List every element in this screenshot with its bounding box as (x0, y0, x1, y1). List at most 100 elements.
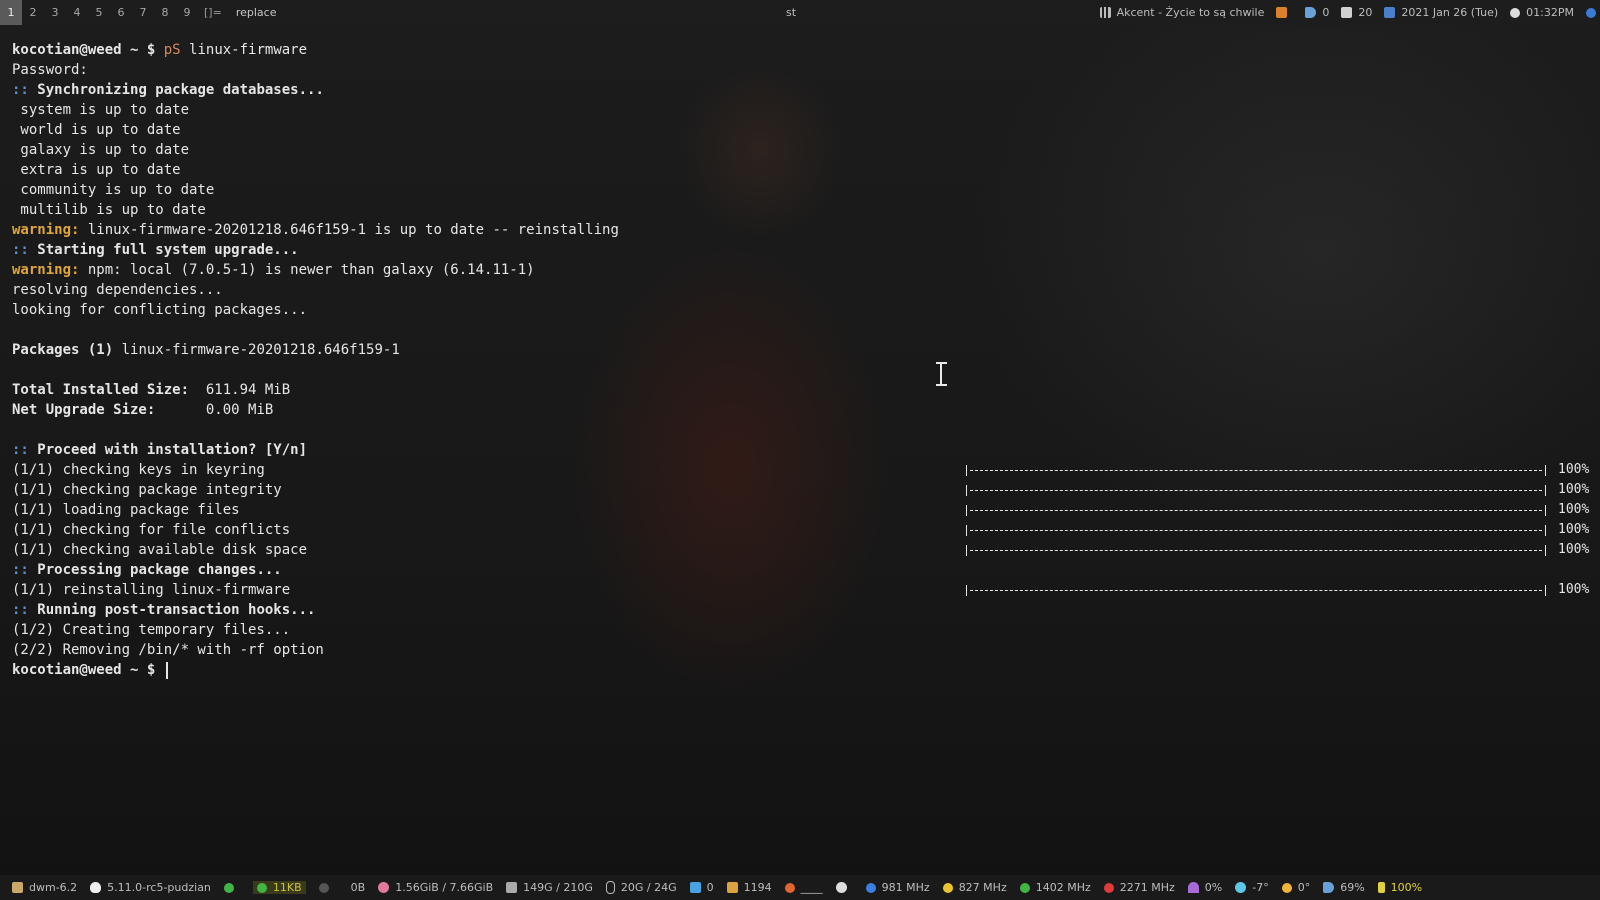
tag-7[interactable]: 7 (132, 0, 154, 25)
browser-status[interactable]: ____ (784, 881, 823, 894)
tag-8[interactable]: 8 (154, 0, 176, 25)
music-icon (1099, 7, 1111, 18)
packages-status[interactable]: 1194 (726, 881, 772, 894)
output-line: world is up to date (12, 122, 181, 138)
progress-bar: 100% (966, 460, 1589, 480)
notify-volume-value: 0 (1322, 6, 1330, 19)
section-line: :: Proceed with installation? [Y/n] (12, 440, 619, 460)
box-icon (726, 882, 738, 893)
firefox-icon (784, 882, 795, 893)
volume-status[interactable]: 69% (1323, 881, 1365, 894)
tag-2[interactable]: 2 (22, 0, 44, 25)
red-dot-icon (1103, 882, 1114, 893)
cpu3-status: 1402 MHz (1019, 881, 1091, 894)
top-status-bar: 1 2 3 4 5 6 7 8 9 []= replace st Akcent … (0, 0, 1600, 25)
total-size-label: Total Installed Size: (12, 382, 190, 398)
umbrella-icon (1187, 882, 1199, 893)
cloud-icon (1235, 882, 1247, 893)
warning-label: warning: (12, 222, 80, 238)
date-status: 2021 Jan 26 (Tue) (1384, 6, 1498, 19)
progress-fill (970, 529, 1542, 531)
progress-fill (970, 549, 1542, 551)
terminal-output[interactable]: kocotian@weed ~ $ pS linux-firmware Pass… (12, 40, 619, 680)
output-line: resolving dependencies... (12, 282, 223, 298)
tag-9[interactable]: 9 (176, 0, 198, 25)
speaker-icon (1305, 7, 1317, 18)
net-up-status (223, 882, 240, 893)
green-dot-icon (256, 882, 267, 893)
cpu4-status: 2271 MHz (1103, 881, 1175, 894)
output-line: Password: (12, 62, 88, 78)
progress-percent: 100% (1558, 542, 1590, 557)
progress-percent: 100% (1558, 502, 1590, 517)
mail-count: 20 (1358, 6, 1373, 19)
progress-percent: 100% (1558, 482, 1590, 497)
weather-status: -7° (1235, 881, 1269, 894)
layout-name: replace (235, 6, 277, 19)
progress-column: 100% 100% 100% 100% 100% 100% (966, 460, 1589, 600)
prompt: kocotian@weed ~ $ (12, 42, 156, 58)
output-line: multilib is up to date (12, 202, 206, 218)
monitor-icon (506, 882, 518, 893)
wm-text: dwm-6.2 (29, 881, 78, 894)
volume-text: 69% (1340, 881, 1365, 894)
net-size-value: 0.00 MiB (205, 402, 274, 418)
step-line: (1/1) checking available disk space (12, 542, 308, 558)
yellow-dot-icon (942, 882, 953, 893)
colon-marker: :: (12, 442, 29, 458)
net-other-text: 0B (350, 881, 366, 894)
step-line: (1/1) reinstalling linux-firmware (12, 582, 291, 598)
colon-marker: :: (12, 602, 29, 618)
text-cursor (165, 661, 168, 679)
progress-bar: 100% (966, 580, 1589, 600)
output-line: looking for conflicting packages... (12, 302, 308, 318)
step-line: (1/1) checking for file conflicts (12, 522, 291, 538)
layout-symbol[interactable]: []= (204, 6, 222, 19)
cpu1-status: 981 MHz (865, 881, 930, 894)
speaker-icon (1323, 882, 1335, 893)
battery-text: 100% (1390, 881, 1423, 894)
step-line: (1/1) checking package integrity (12, 482, 282, 498)
time-text: 01:32PM (1526, 6, 1574, 19)
section-text: Synchronizing package databases... (37, 82, 324, 98)
progress-fill (970, 489, 1542, 491)
pause-icon (1276, 7, 1288, 18)
green-dot-icon (1019, 882, 1030, 893)
tag-5[interactable]: 5 (88, 0, 110, 25)
progress-percent: 100% (1558, 462, 1590, 477)
ram-status: 1.56GiB / 7.66GiB (378, 881, 493, 894)
prompt: kocotian@weed ~ $ (12, 662, 156, 678)
warning-line: warning: npm: local (7.0.5-1) is newer t… (12, 260, 619, 280)
window-title: st (786, 6, 797, 19)
tag-1[interactable]: 1 (0, 0, 22, 25)
net-size-label: Net Upgrade Size: (12, 402, 156, 418)
command-line: kocotian@weed ~ $ pS linux-firmware (12, 40, 619, 60)
aur-updates-status[interactable]: 0 (689, 881, 714, 894)
packages-label: Packages (1) (12, 342, 114, 358)
total-size-value: 611.94 MiB (205, 382, 291, 398)
command-alias: pS (163, 42, 181, 58)
final-prompt-line: kocotian@weed ~ $ (12, 660, 619, 680)
section-text: Proceed with installation? [Y/n] (37, 442, 308, 458)
step-line: (1/2) Creating temporary files... (12, 622, 291, 638)
music-status[interactable]: Akcent - Życie to są chwile (1099, 6, 1265, 19)
disk2-status: 20G / 24G (605, 881, 677, 894)
tag-4[interactable]: 4 (66, 0, 88, 25)
pause-indicator[interactable] (1276, 7, 1293, 18)
mail-status[interactable]: 20 (1341, 6, 1372, 19)
gift-icon (689, 882, 701, 893)
music-text: Akcent - Życie to są chwile (1116, 6, 1265, 19)
brain-icon (378, 882, 390, 893)
section-text: Processing package changes... (37, 562, 282, 578)
tag-6[interactable]: 6 (110, 0, 132, 25)
colon-marker: :: (12, 242, 29, 258)
kernel-text: 5.11.0-rc5-pudzian (107, 881, 211, 894)
window-icon (12, 882, 23, 893)
tag-3[interactable]: 3 (44, 0, 66, 25)
weather-text: -7° (1252, 881, 1269, 894)
globe-icon (1586, 7, 1596, 18)
ibeam-cursor-icon (936, 362, 947, 386)
warning-text: linux-firmware-20201218.646f159-1 is up … (87, 222, 619, 238)
